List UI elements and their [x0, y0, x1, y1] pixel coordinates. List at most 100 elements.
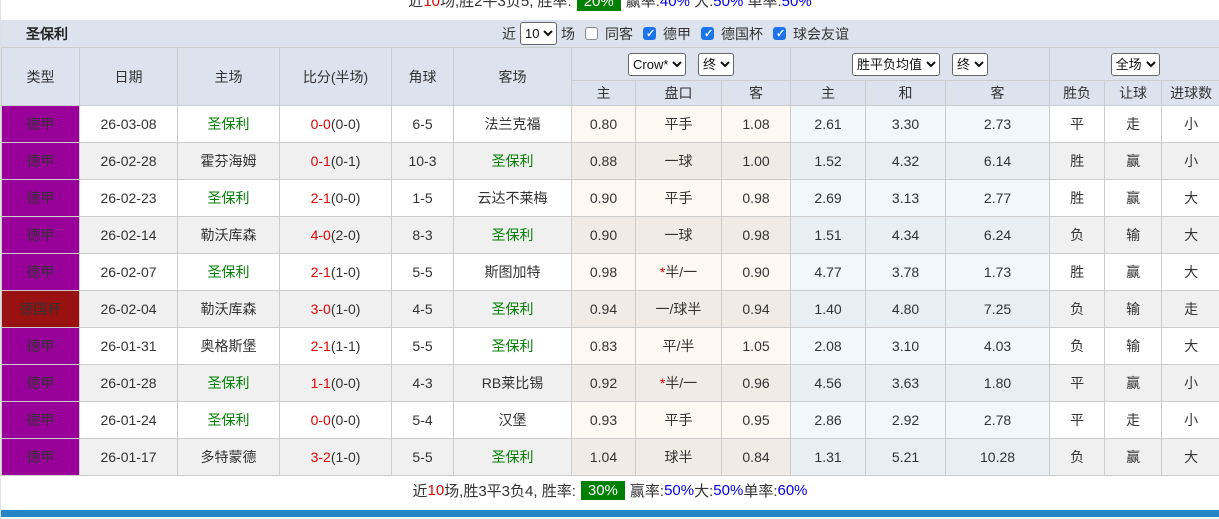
- corner-cell: 8-3: [391, 216, 454, 254]
- subcol-avg-home: 主: [790, 80, 867, 106]
- odds-company-select[interactable]: Crow*: [628, 52, 687, 76]
- avg-away-cell: 7.25: [945, 290, 1051, 328]
- avg-away-cell: 10.28: [945, 438, 1051, 476]
- away-odds-cell: 0.94: [720, 290, 792, 328]
- fulltime-score: 0-0: [310, 116, 331, 132]
- score-cell: 2-1(0-0): [279, 179, 392, 217]
- handicap-result-cell: 赢: [1104, 364, 1163, 402]
- result-cell: 胜: [1049, 253, 1106, 291]
- match-date-cell: 26-02-23: [79, 179, 178, 217]
- avg-draw-cell: 3.63: [865, 364, 947, 402]
- home-odds-cell: 0.94: [571, 290, 636, 328]
- summary-text: 单率:: [743, 0, 782, 10]
- score-cell: 0-0(0-0): [279, 401, 392, 439]
- result-cell: 负: [1049, 216, 1106, 254]
- handicap-cell: 一球: [635, 216, 722, 254]
- away-team-cell: 汉堡: [453, 401, 572, 439]
- handicap-result-cell: 赢: [1104, 438, 1163, 476]
- match-row: 德甲 26-02-23 圣保利 2-1(0-0) 1-5 云达不莱梅 0.90 平手 0.98 2…: [1, 179, 1219, 217]
- league-type-cell: 德甲: [1, 401, 80, 439]
- result-cell: 负: [1049, 327, 1106, 365]
- league-type-cell: 德甲: [1, 438, 80, 476]
- summary-value: 40%: [659, 0, 690, 10]
- corner-cell: 5-5: [391, 327, 454, 365]
- halftime-score: (1-1): [330, 338, 361, 354]
- match-row: 德甲 26-01-17 多特蒙德 3-2(1-0) 5-5 圣保利 1.04 球半 0.84 1.…: [1, 438, 1219, 476]
- home-odds-cell: 0.88: [571, 142, 636, 180]
- club-friendly-checkbox[interactable]: [773, 27, 786, 40]
- match-row: 德甲 26-01-24 圣保利 0-0(0-0) 5-4 汉堡 0.93 平手 0.95 2.86…: [1, 401, 1219, 439]
- avg-draw-cell: 5.21: [865, 438, 947, 476]
- avg-type-select[interactable]: 胜平负均值: [852, 52, 941, 76]
- league-type-cell: 德甲: [1, 179, 80, 217]
- corner-cell: 10-3: [391, 142, 454, 180]
- filter-toolbar: 近 10 场 同客 德甲 德国杯 球会友谊: [502, 22, 849, 45]
- result-group-header: 全场: [1049, 47, 1219, 81]
- result-cell: 负: [1049, 290, 1106, 328]
- score-cell: 3-0(1-0): [279, 290, 392, 328]
- goals-result-cell: 大: [1161, 216, 1219, 254]
- avg-home-cell: 4.56: [790, 364, 867, 402]
- league-type-cell: 德国杯: [1, 290, 80, 328]
- match-history-table: 类型 日期 主场 比分(半场) 角球 客场 Crow* 终 胜平负均值 终 全场…: [1, 47, 1219, 476]
- away-team-cell: 云达不莱梅: [453, 179, 572, 217]
- win-rate-badge: 30%: [580, 480, 625, 500]
- handicap-cell: 一球: [635, 142, 722, 180]
- avg-home-cell: 1.31: [790, 438, 867, 476]
- avg-time-select[interactable]: 终: [952, 52, 989, 76]
- avg-away-cell: 2.77: [945, 179, 1051, 217]
- halftime-score: (1-0): [330, 264, 361, 280]
- league-type-cell: 德甲: [1, 105, 80, 143]
- win-rate-badge: 20%: [576, 0, 621, 11]
- halftime-score: (0-0): [330, 116, 361, 132]
- goals-result-cell: 小: [1161, 401, 1219, 439]
- halftime-score: (2-0): [330, 227, 361, 243]
- bundesliga-label: 德甲: [663, 25, 691, 42]
- away-team-cell: 圣保利: [453, 216, 572, 254]
- result-cell: 胜: [1049, 179, 1106, 217]
- score-cell: 3-2(1-0): [279, 438, 392, 476]
- league-type-cell: 德甲: [1, 364, 80, 402]
- halftime-score: (0-0): [330, 412, 361, 428]
- table-header: 类型 日期 主场 比分(半场) 角球 客场 Crow* 终 胜平负均值 终 全场…: [1, 47, 1219, 106]
- corner-cell: 5-5: [391, 438, 454, 476]
- period-select[interactable]: 全场: [1110, 52, 1160, 76]
- match-row: 德国杯 26-02-04 勒沃库森 3-0(1-0) 4-5 圣保利 0.94 一/球半 0.9…: [1, 290, 1219, 328]
- bottom-summary: 近 10 场,胜3平3负4, 胜率: 30% 赢率: 50% 大: 50% 单率: 60%: [1, 476, 1219, 504]
- summary-text: 场,胜2平3负5, 胜率:: [440, 0, 572, 10]
- home-odds-cell: 0.90: [571, 179, 636, 217]
- same-away-checkbox[interactable]: [585, 27, 598, 40]
- bundesliga-checkbox[interactable]: [643, 27, 656, 40]
- avg-group-header: 胜平负均值 终: [790, 47, 1051, 81]
- away-odds-cell: 0.95: [720, 401, 792, 439]
- fulltime-score: 0-0: [310, 412, 331, 428]
- subcol-result: 胜负: [1049, 80, 1106, 106]
- goals-result-cell: 小: [1161, 142, 1219, 180]
- col-header-score: 比分(半场): [279, 47, 392, 106]
- away-odds-cell: 1.00: [720, 142, 792, 180]
- corner-cell: 4-3: [391, 364, 454, 402]
- summary-text: 赢率:: [625, 0, 660, 10]
- avg-away-cell: 2.78: [945, 401, 1051, 439]
- halftime-score: (0-0): [330, 375, 361, 391]
- avg-away-cell: 6.24: [945, 216, 1051, 254]
- away-team-cell: 圣保利: [453, 142, 572, 180]
- odds-time-select[interactable]: 终: [698, 52, 735, 76]
- subcol-avg-draw: 和: [865, 80, 947, 106]
- result-cell: 负: [1049, 438, 1106, 476]
- away-odds-cell: 1.08: [720, 105, 792, 143]
- match-count-select[interactable]: 10: [520, 22, 557, 45]
- summary-value: 50%: [713, 0, 744, 10]
- german-cup-checkbox[interactable]: [701, 27, 714, 40]
- avg-home-cell: 4.77: [790, 253, 867, 291]
- result-cell: 平: [1049, 401, 1106, 439]
- score-cell: 0-0(0-0): [279, 105, 392, 143]
- score-cell: 1-1(0-0): [279, 364, 392, 402]
- result-cell: 平: [1049, 364, 1106, 402]
- fulltime-score: 1-1: [310, 375, 331, 391]
- avg-draw-cell: 4.32: [865, 142, 947, 180]
- summary-text: 单率:: [743, 482, 778, 500]
- match-row: 德甲 26-01-31 奥格斯堡 2-1(1-1) 5-5 圣保利 0.83 平/半 1.05 2…: [1, 327, 1219, 365]
- goals-result-cell: 大: [1161, 179, 1219, 217]
- handicap-star: *: [659, 264, 666, 280]
